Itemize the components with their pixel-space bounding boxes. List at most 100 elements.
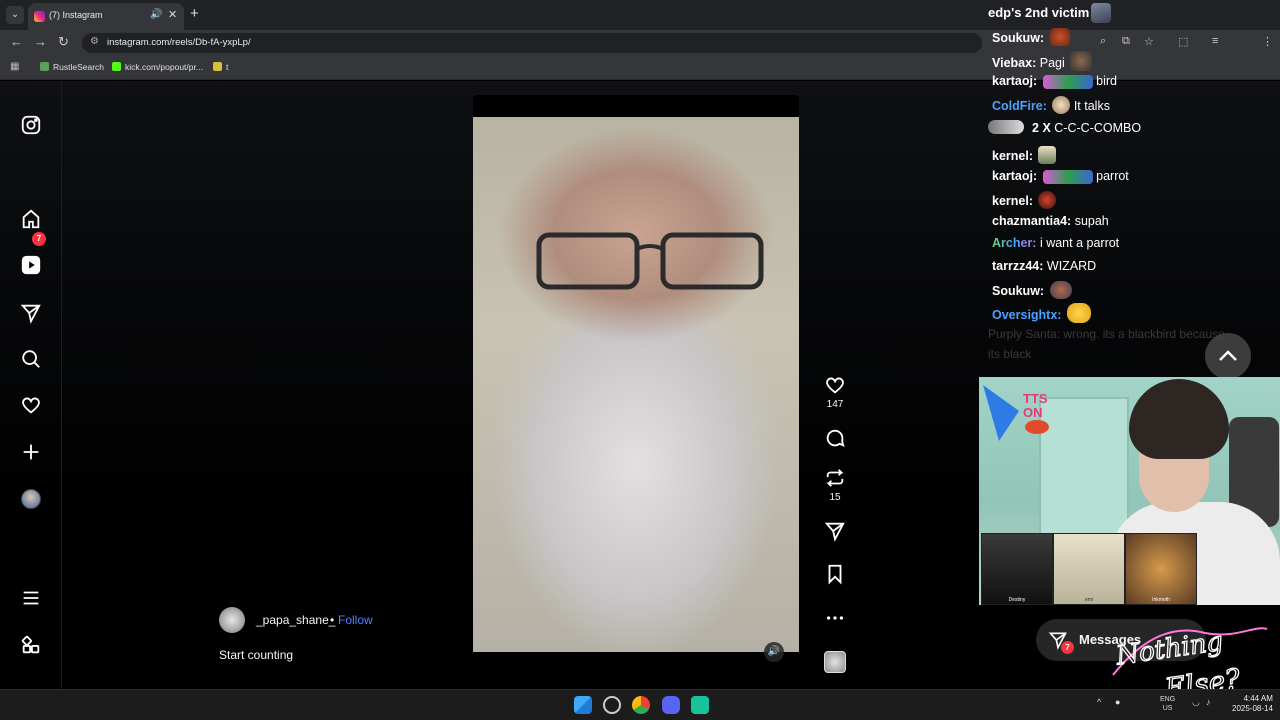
emote-icon — [1038, 146, 1057, 164]
audio-app-icon[interactable] — [691, 696, 709, 714]
create-icon[interactable] — [20, 441, 42, 463]
emote-icon — [1070, 51, 1093, 71]
wifi-icon[interactable]: ◡ — [1192, 697, 1200, 708]
lang-region: US — [1162, 705, 1173, 712]
bookmark-star-icon[interactable]: ☆ — [1144, 35, 1154, 48]
tab-search-icon[interactable]: ⌄ — [6, 6, 24, 24]
bookmark-label: kick.com/popout/pr... — [125, 62, 203, 72]
instagram-favicon-icon — [34, 11, 45, 22]
reel-video[interactable] — [473, 95, 799, 674]
tts-on-icon: TTS ON — [983, 385, 1049, 441]
apps-grid-icon[interactable]: ▦ — [10, 61, 19, 72]
more-options-icon[interactable] — [822, 607, 848, 634]
author-avatar[interactable] — [219, 607, 245, 633]
chat-message: kernel: — [992, 146, 1057, 164]
chat-header: edp's 2nd victim — [988, 5, 1090, 20]
tray-app-icon[interactable]: ● — [1115, 697, 1120, 707]
share-icon[interactable] — [822, 520, 848, 547]
volume-icon[interactable]: ♪ — [1206, 697, 1211, 707]
also-from-meta-icon[interactable] — [20, 634, 42, 656]
original-audio-thumbnail[interactable] — [824, 651, 846, 673]
heart-icon[interactable] — [20, 394, 42, 416]
keyboard-language[interactable]: ENG US — [1160, 695, 1175, 713]
tts-label-line1: TTS — [1023, 391, 1048, 406]
repost-icon[interactable] — [822, 467, 848, 494]
bookmark-label: RustleSearch — [53, 62, 105, 72]
chat-message: Oversightx: — [992, 303, 1091, 323]
chat-message: kernel: — [992, 191, 1057, 209]
chat-username: kartaoj: — [992, 74, 1038, 88]
clock-time: 4:44 AM — [1243, 694, 1273, 703]
bookmark-item[interactable]: t — [213, 62, 228, 72]
chat-username: ColdFire: — [992, 99, 1047, 113]
bookmark-favicon-icon — [112, 62, 121, 71]
bookmark-item[interactable]: RustleSearch — [40, 62, 104, 72]
direct-messages-icon[interactable] — [20, 302, 42, 324]
chat-header-emote-icon — [1091, 3, 1111, 23]
extensions-icon[interactable]: ⬚ — [1178, 35, 1188, 48]
zoom-icon[interactable]: ⌕ — [1100, 35, 1106, 48]
audio-toggle-icon[interactable]: 🔊 — [764, 642, 784, 662]
chat-text: i want a parrot — [1039, 236, 1120, 250]
combo-notice: 2 X C-C-C-COMBO — [988, 120, 1141, 135]
author-username[interactable]: _papa_shane_ — [256, 613, 335, 627]
svg-text:Nothing: Nothing — [1113, 627, 1224, 672]
home-icon[interactable] — [20, 208, 42, 230]
chat-text: It talks — [1073, 99, 1110, 113]
emote-icon — [1066, 303, 1091, 323]
chat-username: Archer: — [992, 236, 1037, 250]
video-frame — [473, 117, 799, 652]
browser-tab-instagram[interactable]: (7) Instagram 🔊 ✕ — [28, 3, 184, 30]
chat-username: Soukuw: — [992, 31, 1045, 45]
chrome-icon[interactable] — [632, 696, 650, 714]
like-icon[interactable] — [822, 374, 848, 401]
reels-icon[interactable] — [20, 254, 42, 276]
app-icon[interactable] — [603, 696, 621, 714]
address-bar[interactable]: ⚙ instagram.com/reels/Db-fA-yxpLp/ — [82, 33, 982, 53]
clock-date: 2025-08-14 — [1232, 704, 1273, 713]
tray-overflow-icon[interactable]: ^ — [1097, 697, 1101, 707]
chat-message: Viebax: Pagi — [992, 51, 1093, 71]
cam-thumb-inkmoth: Inkmoth — [1125, 533, 1197, 605]
back-icon[interactable]: ← — [10, 34, 23, 49]
comment-icon[interactable] — [822, 427, 848, 454]
chat-message: kartaoj: bird — [992, 74, 1117, 89]
emote-icon — [1052, 96, 1071, 114]
scroll-to-top-button[interactable] — [1205, 333, 1251, 379]
bookmark-favicon-icon — [213, 62, 222, 71]
chat-username: Viebax: — [992, 56, 1037, 70]
install-app-icon[interactable]: ⧉ — [1122, 35, 1130, 48]
discord-icon[interactable] — [662, 696, 680, 714]
messages-badge: 7 — [1061, 641, 1074, 654]
menu-icon[interactable]: ⋮ — [1262, 35, 1273, 48]
combo-emote-icon — [988, 120, 1024, 134]
save-bookmark-icon[interactable] — [822, 563, 848, 590]
bookmark-label: t — [226, 62, 229, 72]
site-info-icon[interactable]: ⚙ — [90, 36, 99, 47]
tab-title: (7) Instagram — [49, 10, 103, 20]
chat-message: ColdFire: It talks — [992, 96, 1110, 114]
cam-thumb-label: Destiny — [1008, 597, 1026, 603]
reload-icon[interactable]: ↻ — [58, 34, 69, 50]
start-menu-icon[interactable] — [574, 696, 592, 714]
url-text: instagram.com/reels/Db-fA-yxpLp/ — [107, 37, 251, 48]
forward-icon[interactable]: → — [34, 34, 47, 49]
like-count: 147 — [826, 399, 844, 410]
more-menu-icon[interactable] — [20, 587, 42, 609]
webcam-hair — [1129, 379, 1229, 459]
profile-avatar[interactable] — [21, 489, 41, 509]
tab-audio-icon[interactable]: 🔊 — [150, 9, 162, 20]
follow-button[interactable]: Follow — [338, 613, 373, 627]
tab-close-icon[interactable]: ✕ — [168, 8, 177, 21]
system-clock[interactable]: 4:44 AM 2025-08-14 — [1232, 694, 1273, 714]
cam-thumb-label: emi — [1084, 597, 1094, 603]
chat-text: Pagi — [1039, 56, 1065, 70]
instagram-logo-icon[interactable] — [20, 114, 42, 136]
emote-icon — [1049, 28, 1070, 46]
reading-list-icon[interactable]: ≡ — [1212, 35, 1218, 47]
chevron-up-icon — [1219, 350, 1237, 361]
search-icon[interactable] — [20, 348, 42, 370]
new-tab-icon[interactable]: + — [190, 5, 199, 23]
bookmark-item[interactable]: kick.com/popout/pr... — [112, 62, 203, 72]
chat-username: Soukuw: — [992, 284, 1045, 298]
